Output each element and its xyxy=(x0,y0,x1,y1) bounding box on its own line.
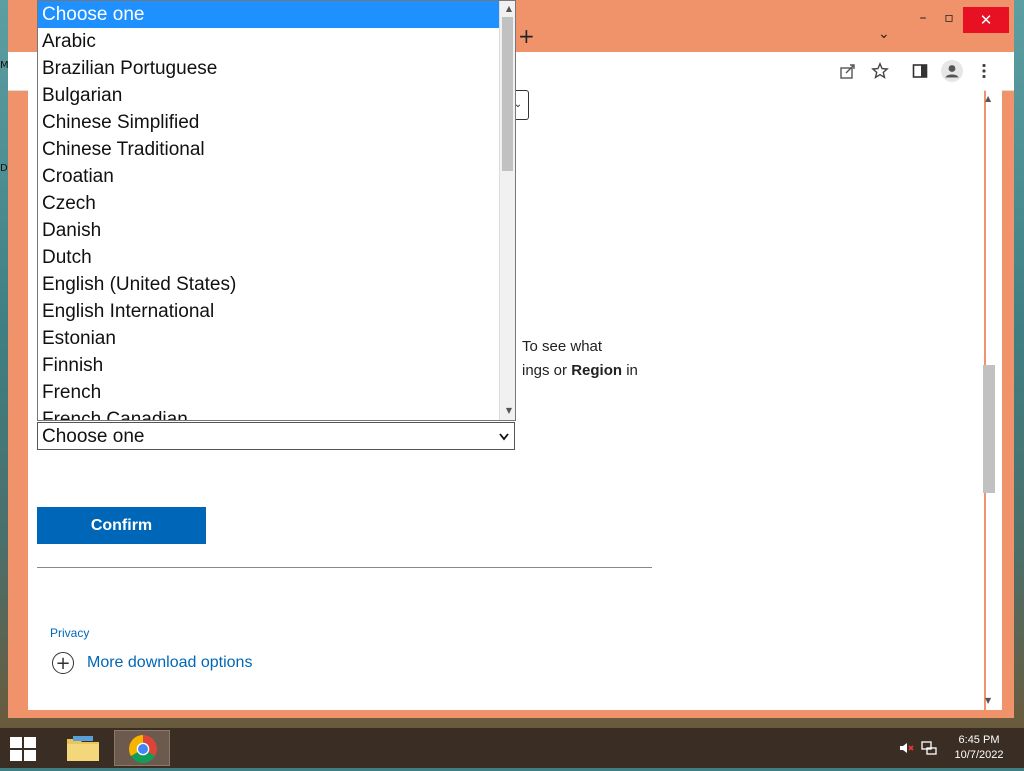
network-icon[interactable] xyxy=(921,740,937,760)
dropdown-option[interactable]: Choose one xyxy=(38,1,515,28)
language-dropdown-list[interactable]: Choose one Arabic Brazilian Portuguese Bulg… xyxy=(37,0,516,421)
dropdown-scroll-thumb[interactable] xyxy=(502,17,513,171)
speaker-muted-icon[interactable] xyxy=(898,740,914,760)
dropdown-option[interactable]: Danish xyxy=(38,217,515,244)
dropdown-option[interactable]: Finnish xyxy=(38,352,515,379)
more-download-options-label: More download options xyxy=(87,654,253,671)
dropdown-option[interactable]: Estonian xyxy=(38,325,515,352)
scroll-up-arrow-icon[interactable]: ▲ xyxy=(506,4,512,13)
chevron-down-icon xyxy=(498,423,510,461)
dropdown-option[interactable]: Croatian xyxy=(38,163,515,190)
scroll-down-arrow-icon[interactable]: ▼ xyxy=(506,406,512,415)
clock-date: 10/7/2022 xyxy=(954,749,1004,761)
scroll-down-arrow-icon[interactable]: ▼ xyxy=(985,696,991,705)
instruction-text-line2: ings or Region in xyxy=(522,362,638,379)
language-select[interactable]: Choose one xyxy=(37,422,515,450)
dropdown-option[interactable]: French xyxy=(38,379,515,406)
dropdown-option[interactable]: English (United States) xyxy=(38,271,515,298)
profile-icon[interactable] xyxy=(941,60,963,82)
dropdown-option[interactable]: Dutch xyxy=(38,244,515,271)
dropdown-option[interactable]: Bulgarian xyxy=(38,82,515,109)
clock-time: 6:45 PM xyxy=(958,734,1000,746)
side-panel-icon[interactable] xyxy=(910,62,930,82)
language-select-value: Choose one xyxy=(42,426,145,447)
chrome-taskbar-icon[interactable] xyxy=(114,730,170,766)
windows-start-icon[interactable] xyxy=(10,737,38,761)
minimize-button[interactable]: – xyxy=(910,10,936,30)
dropdown-option[interactable]: French Canadian xyxy=(38,406,515,420)
tab-search-button[interactable]: ⌄ xyxy=(878,26,890,42)
share-icon[interactable] xyxy=(838,62,858,82)
maximize-button[interactable]: ▫ xyxy=(936,10,962,30)
taskbar-clock[interactable]: 6:45 PM 10/7/2022 xyxy=(950,733,1008,763)
dropdown-option[interactable]: Chinese Traditional xyxy=(38,136,515,163)
dropdown-option[interactable]: Chinese Simplified xyxy=(38,109,515,136)
bookmark-star-icon[interactable] xyxy=(870,62,890,82)
scroll-up-arrow-icon[interactable]: ▲ xyxy=(985,94,991,103)
file-explorer-icon[interactable] xyxy=(55,730,111,766)
dropdown-option[interactable]: Brazilian Portuguese xyxy=(38,55,515,82)
instruction-text-line1: To see what xyxy=(522,338,603,355)
menu-icon[interactable] xyxy=(974,62,994,82)
new-tab-button[interactable]: + xyxy=(518,24,535,48)
dropdown-option[interactable]: Czech xyxy=(38,190,515,217)
dropdown-option[interactable]: English International xyxy=(38,298,515,325)
divider xyxy=(37,567,652,568)
confirm-button[interactable]: Confirm xyxy=(37,507,206,544)
plus-circle-icon: + xyxy=(52,652,74,674)
close-button[interactable]: ✕ xyxy=(963,7,1009,33)
dropdown-option[interactable]: Arabic xyxy=(38,28,515,55)
page-scroll-thumb[interactable] xyxy=(983,365,995,493)
taskbar: 6:45 PM 10/7/2022 xyxy=(0,728,1024,768)
dropdown-scrollbar[interactable]: ▲ ▼ xyxy=(499,1,515,420)
privacy-link[interactable]: Privacy xyxy=(50,626,89,640)
region-bold-text: Region xyxy=(571,362,623,379)
